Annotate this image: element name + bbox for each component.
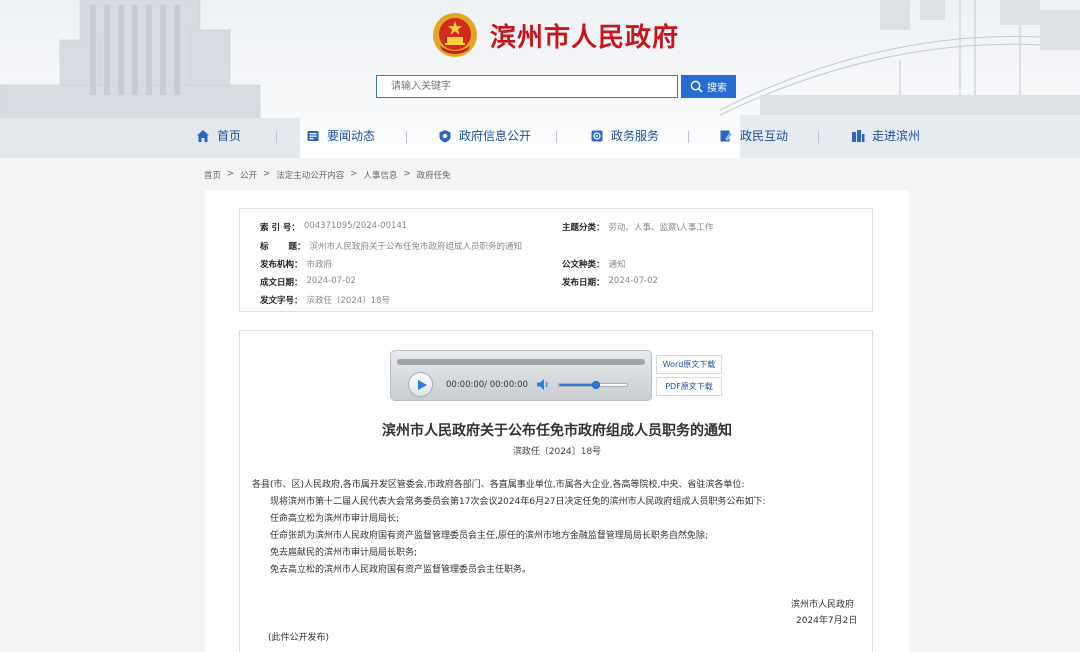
pdf-download-button[interactable]: PDF原文下载 — [656, 377, 722, 396]
info-icon — [439, 129, 451, 142]
document-meta-table: 索 引 号： 004371095/2024-00141 主题分类： 劳动、人事、… — [239, 208, 873, 312]
volume-fill — [559, 384, 597, 386]
nav-divider — [688, 131, 689, 143]
meta-created: 成文日期： 2024-07-02 — [260, 276, 356, 288]
breadcrumb-home[interactable]: 首页 — [204, 169, 221, 181]
site-logo[interactable]: 滨州市人民政府 — [432, 12, 679, 58]
nav-item-about[interactable]: 走进滨州 — [851, 127, 920, 144]
document-paragraph: 免去扈献民的滨州市审计局局长职务; — [270, 548, 418, 558]
breadcrumb: 首页 > 公开 > 法定主动公开内容 > 人事信息 > 政府任免 — [204, 169, 451, 181]
building-icon — [852, 129, 865, 142]
nav-divider — [818, 131, 819, 143]
nav-item-interaction[interactable]: 政民互动 — [719, 127, 788, 144]
nav-item-gov-service[interactable]: 政务服务 — [590, 127, 659, 144]
nav-divider — [276, 131, 277, 143]
document-note: (此件公开发布) — [268, 633, 330, 643]
search-input[interactable] — [376, 75, 678, 98]
document-paragraph: 任命张凯为滨州市人民政府国有资产监督管理委员会主任,原任的滨州市地方金融监督管理… — [270, 531, 708, 541]
meta-title: 标 题： 滨州市人民政府关于公布任免市政府组成人员职务的通知 — [260, 242, 522, 252]
home-icon — [197, 129, 209, 142]
breadcrumb-appointments[interactable]: 政府任免 — [417, 169, 451, 181]
document-addressee: 各县(市、区)人民政府,各市属开发区管委会,市政府各部门、各直属事业单位,市属各… — [252, 480, 745, 490]
audio-progress-bar[interactable] — [397, 359, 645, 365]
search-icon — [690, 80, 703, 93]
meta-doctype: 公文种类： 通知 — [562, 260, 626, 270]
interaction-icon — [720, 130, 733, 141]
nav-item-gov-info[interactable]: 政府信息公开 — [438, 127, 531, 144]
audio-time: 00:00:00/ 00:00:00 — [446, 380, 528, 390]
content-panel: 索 引 号： 004371095/2024-00141 主题分类： 劳动、人事、… — [205, 190, 909, 652]
site-header: 滨州市人民政府 搜索 首页 要闻动态 政府信息公开 政务服务 政民互动 — [0, 0, 1080, 158]
site-title: 滨州市人民政府 — [490, 22, 680, 53]
volume-icon[interactable] — [537, 379, 550, 390]
meta-index: 索 引 号： 004371095/2024-00141 — [260, 221, 408, 233]
meta-docno: 发文字号： 滨政任〔2024〕18号 — [260, 296, 390, 306]
search-button[interactable]: 搜索 — [681, 75, 736, 98]
breadcrumb-separator: > — [227, 169, 235, 179]
nav-divider — [406, 131, 407, 143]
document-paragraph: 现将滨州市第十二届人民代表大会常务委员会第17次会议2024年6月27日决定任免… — [270, 497, 766, 507]
document-title: 滨州市人民政府关于公布任免市政府组成人员职务的通知 — [382, 423, 732, 439]
word-download-button[interactable]: Word原文下载 — [656, 355, 722, 374]
nav-label: 政府信息公开 — [459, 129, 532, 143]
nav-label: 政务服务 — [611, 129, 660, 143]
document-date: 2024年7月2日 — [796, 616, 858, 626]
nav-label: 首页 — [217, 129, 242, 143]
document-paragraph: 免去高立松的滨州市人民政府国有资产监督管理委员会主任职务。 — [270, 565, 532, 575]
nav-label: 要闻动态 — [327, 129, 376, 143]
breadcrumb-statutory[interactable]: 法定主动公开内容 — [276, 169, 344, 181]
main-nav: 首页 要闻动态 政府信息公开 政务服务 政民互动 走进滨州 — [196, 127, 926, 147]
nav-item-home[interactable]: 首页 — [196, 127, 241, 144]
play-icon — [417, 379, 427, 390]
breadcrumb-public[interactable]: 公开 — [240, 169, 257, 181]
search-button-label: 搜索 — [707, 83, 727, 94]
nav-item-news[interactable]: 要闻动态 — [306, 127, 375, 144]
nav-divider — [556, 131, 557, 143]
meta-topic: 主题分类： 劳动、人事、监察\人事工作 — [562, 223, 714, 233]
national-emblem-icon — [433, 13, 477, 57]
service-icon — [591, 130, 603, 141]
nav-label: 走进滨州 — [872, 129, 921, 143]
article-body: 00:00:00/ 00:00:00 Word原文下载 PDF原文下载 滨州市人… — [239, 330, 873, 652]
breadcrumb-separator: > — [263, 169, 271, 179]
breadcrumb-separator: > — [403, 169, 411, 179]
breadcrumb-separator: > — [350, 169, 358, 179]
news-icon — [307, 130, 319, 141]
document-paragraph: 任命高立松为滨州市审计局局长; — [270, 514, 400, 524]
play-button[interactable] — [408, 372, 433, 397]
volume-handle[interactable] — [592, 381, 601, 389]
document-number: 滨政任〔2024〕18号 — [512, 447, 602, 457]
meta-published: 发布日期： 2024-07-02 — [562, 276, 658, 288]
meta-publisher: 发布机构： 市政府 — [260, 260, 333, 270]
volume-slider[interactable] — [558, 381, 628, 389]
nav-label: 政民互动 — [740, 129, 789, 143]
audio-player: 00:00:00/ 00:00:00 — [390, 350, 652, 401]
document-signature: 滨州市人民政府 — [791, 600, 855, 610]
breadcrumb-personnel[interactable]: 人事信息 — [363, 169, 397, 181]
